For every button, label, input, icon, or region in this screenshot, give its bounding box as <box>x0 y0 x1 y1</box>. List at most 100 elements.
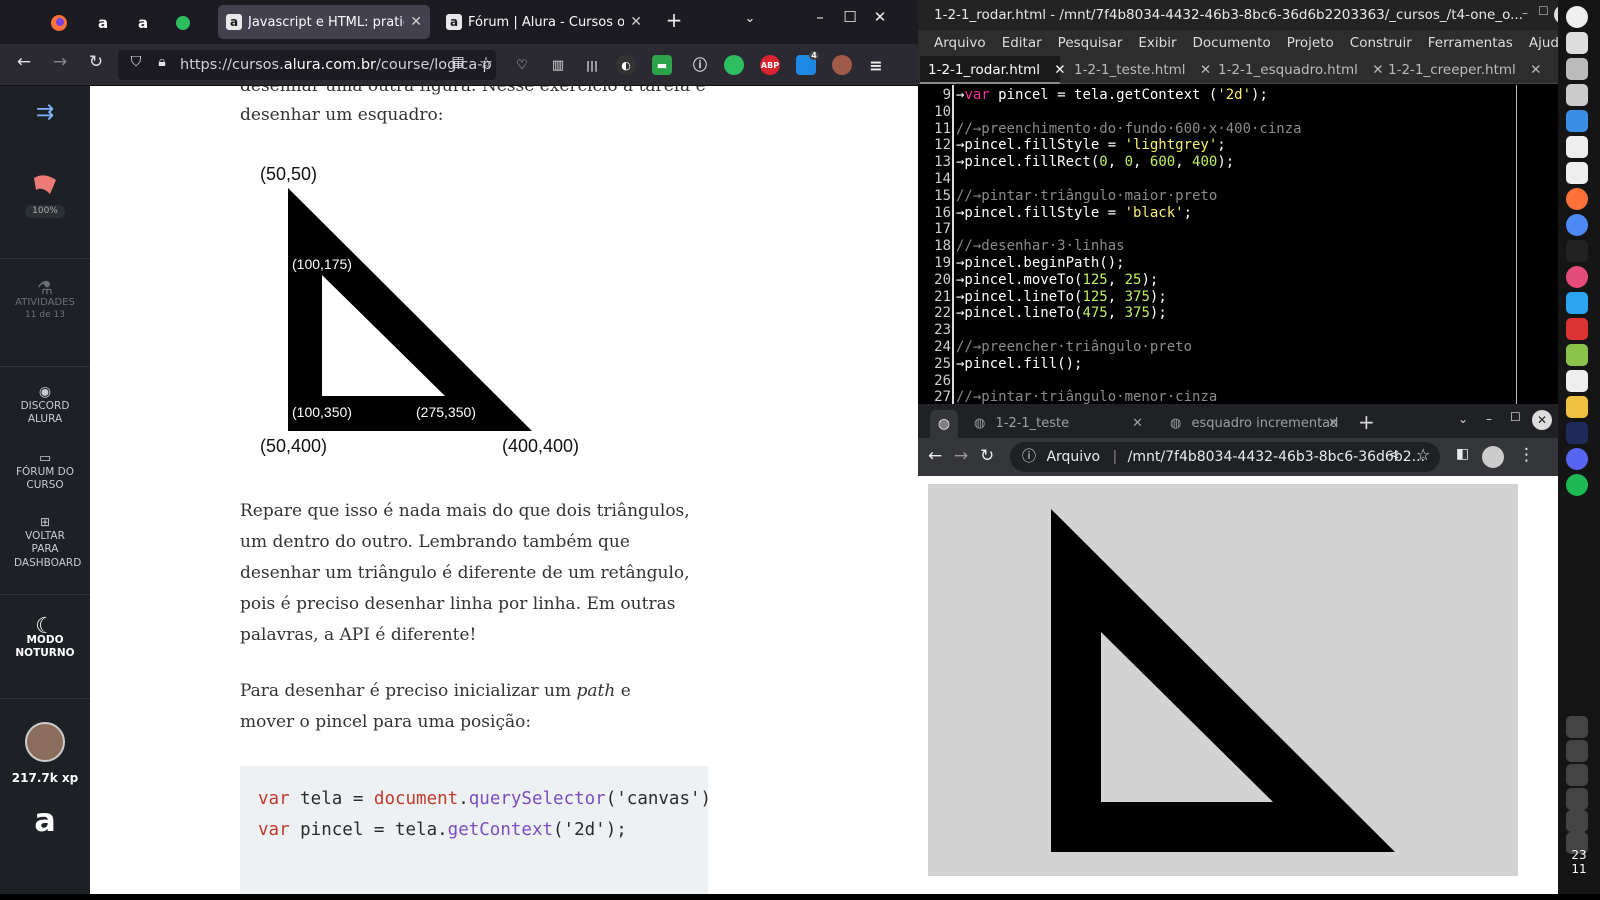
evernote-icon[interactable] <box>724 55 744 75</box>
calculator-icon[interactable] <box>1566 136 1588 158</box>
activities-link[interactable]: ⚗ ATIVIDADES 11 de 13 <box>0 280 90 323</box>
forum-link[interactable]: ▭ FÓRUM DO CURSO <box>0 452 90 493</box>
reader-view-icon[interactable]: ▤ <box>446 54 470 70</box>
forward-arrow-icon[interactable]: → <box>48 52 72 72</box>
bookmark-star-icon[interactable]: ☆ <box>1416 445 1430 464</box>
close-icon[interactable]: ✕ <box>1372 62 1383 78</box>
extension-blue-icon[interactable]: 4 <box>796 50 819 75</box>
maximize-button[interactable]: ☐ <box>1538 4 1549 18</box>
maximize-button[interactable]: ☐ <box>1510 410 1521 424</box>
pinned-tab-alura-1[interactable]: a <box>90 10 116 36</box>
new-tab-button[interactable]: + <box>1358 410 1375 434</box>
sidebar-icon[interactable]: ▥ <box>548 55 568 75</box>
close-icon[interactable]: ✕ <box>1328 410 1339 438</box>
app-icon[interactable] <box>1566 396 1588 418</box>
profile-avatar[interactable] <box>832 55 852 75</box>
app-icon[interactable] <box>1566 266 1588 288</box>
app-icon[interactable] <box>1566 110 1588 132</box>
minimize-button[interactable]: – <box>806 8 834 26</box>
adblock-icon[interactable]: ABP <box>760 55 780 75</box>
pinned-tab-evernote[interactable] <box>170 10 196 36</box>
url-bar[interactable]: https://cursos.alura.com.br/course/logic… <box>118 50 496 80</box>
dashboard-link[interactable]: ⊞ VOLTAR PARA DASHBOARD <box>0 515 90 570</box>
spotify-icon[interactable] <box>1566 474 1588 496</box>
tab-creeper[interactable]: 1-2-1_creeper.html ✕ <box>1388 56 1544 84</box>
shield-icon[interactable]: ⛉ <box>124 54 148 70</box>
firefox-icon[interactable] <box>46 10 72 36</box>
chevron-down-icon[interactable]: ⌄ <box>1458 412 1468 426</box>
address-bar[interactable]: ⓘ Arquivo | /mnt/7f4b8034-4432-46b3-8bc6… <box>1010 442 1440 472</box>
tab-rodar[interactable]: 1-2-1_rodar.html ✕ <box>920 56 1066 84</box>
user-profile[interactable]: 217.7k xp <box>0 722 90 786</box>
new-tab-button[interactable]: + <box>660 8 688 32</box>
tab-forum-alura[interactable]: a Fórum | Alura - Cursos onlin ✕ <box>438 5 650 39</box>
back-arrow-icon[interactable]: ← <box>12 52 36 72</box>
pinned-tab-alura-2[interactable]: a <box>130 10 156 36</box>
menu-toggle-icon[interactable]: ⇉ <box>0 102 90 123</box>
library-icon[interactable]: ||| <box>582 55 602 75</box>
app-icon[interactable] <box>1566 740 1588 762</box>
maximize-button[interactable]: ☐ <box>836 8 864 26</box>
app-icon[interactable] <box>1566 292 1588 314</box>
tab-teste[interactable]: 1-2-1_teste.html ✕ <box>1074 56 1211 84</box>
reload-icon[interactable]: ↻ <box>980 446 994 466</box>
minimize-button[interactable]: – <box>1522 6 1528 20</box>
pocket-icon[interactable]: ♡ <box>512 55 532 75</box>
globe-icon[interactable]: ◍ <box>930 410 958 438</box>
window-close-button[interactable]: ✕ <box>1532 410 1552 430</box>
close-icon[interactable]: ✕ <box>1530 62 1541 78</box>
reload-icon[interactable]: ↻ <box>84 52 108 72</box>
menu-construir[interactable]: Construir <box>1350 35 1412 51</box>
night-mode-toggle[interactable]: ☾ MODO NOTURNO <box>0 616 90 661</box>
lock-icon[interactable]: 🔒︎ <box>150 54 174 70</box>
minimize-button[interactable]: – <box>1486 412 1492 426</box>
profile-avatar[interactable] <box>1482 446 1504 468</box>
info-icon[interactable]: ⓘ <box>690 55 710 75</box>
discord-icon[interactable] <box>1566 716 1588 738</box>
close-icon[interactable] <box>1566 6 1588 28</box>
close-icon[interactable]: ✕ <box>1200 62 1211 78</box>
app-icon[interactable] <box>1566 764 1588 786</box>
app-icon[interactable] <box>1566 318 1588 340</box>
tab-esquadro[interactable]: 1-2-1_esquadro.html ✕ <box>1218 56 1384 84</box>
tab-esquadro[interactable]: ◍ esquadro incrementad ✕ <box>1162 410 1350 438</box>
kebab-menu-icon[interactable]: ⋮ <box>1518 445 1535 465</box>
chevron-down-icon[interactable]: ⌄ <box>736 11 764 26</box>
firefox-icon[interactable] <box>1566 188 1588 210</box>
menu-icon[interactable]: ≡ <box>866 55 886 75</box>
menu-documento[interactable]: Documento <box>1193 35 1271 51</box>
tab-javascript-html[interactable]: a Javascript e HTML: pratique ✕ <box>218 5 430 39</box>
tab-teste[interactable]: ◍ 1-2-1_teste ✕ <box>966 410 1154 438</box>
bookmark-star-icon[interactable]: ☆ <box>474 53 498 72</box>
files-icon[interactable] <box>1566 162 1588 184</box>
menu-arquivo[interactable]: Arquivo <box>934 35 986 51</box>
extension-green-icon[interactable]: ▬ <box>652 55 672 75</box>
menu-pesquisar[interactable]: Pesquisar <box>1058 35 1123 51</box>
inkscape-icon[interactable] <box>1566 240 1588 262</box>
forward-arrow-icon[interactable]: → <box>954 446 968 466</box>
chrome-icon[interactable] <box>1566 214 1588 236</box>
menu-exibir[interactable]: Exibir <box>1138 35 1176 51</box>
back-arrow-icon[interactable]: ← <box>928 446 942 466</box>
app-icon[interactable] <box>1566 422 1588 444</box>
extension-icon[interactable]: ◐ <box>616 55 636 75</box>
close-icon[interactable]: ✕ <box>630 14 642 30</box>
app-icon[interactable] <box>1566 84 1588 106</box>
clock[interactable]: 23 11 <box>1558 848 1600 876</box>
side-panel-icon[interactable]: ◧ <box>1456 446 1469 462</box>
discord-link[interactable]: ◉ DISCORD ALURA <box>0 385 90 427</box>
share-icon[interactable]: ⋖ <box>1388 447 1400 463</box>
transfer-icon[interactable] <box>1566 788 1588 810</box>
app-icon[interactable] <box>1566 58 1588 80</box>
close-icon[interactable]: ✕ <box>1054 62 1065 78</box>
code-editor[interactable]: 9 →var pincel = tela.getContext ('2d'); 10… <box>918 85 1582 404</box>
alura-logo[interactable]: a <box>0 805 90 836</box>
volume-icon[interactable] <box>1566 810 1588 832</box>
app-icon[interactable] <box>1566 370 1588 392</box>
app-icon[interactable] <box>1566 32 1588 54</box>
close-icon[interactable]: ✕ <box>1132 410 1143 438</box>
menu-editar[interactable]: Editar <box>1002 35 1042 51</box>
window-close-button[interactable]: ✕ <box>866 8 894 26</box>
music-icon[interactable] <box>1566 344 1588 366</box>
menu-ferramentas[interactable]: Ferramentas <box>1428 35 1513 51</box>
